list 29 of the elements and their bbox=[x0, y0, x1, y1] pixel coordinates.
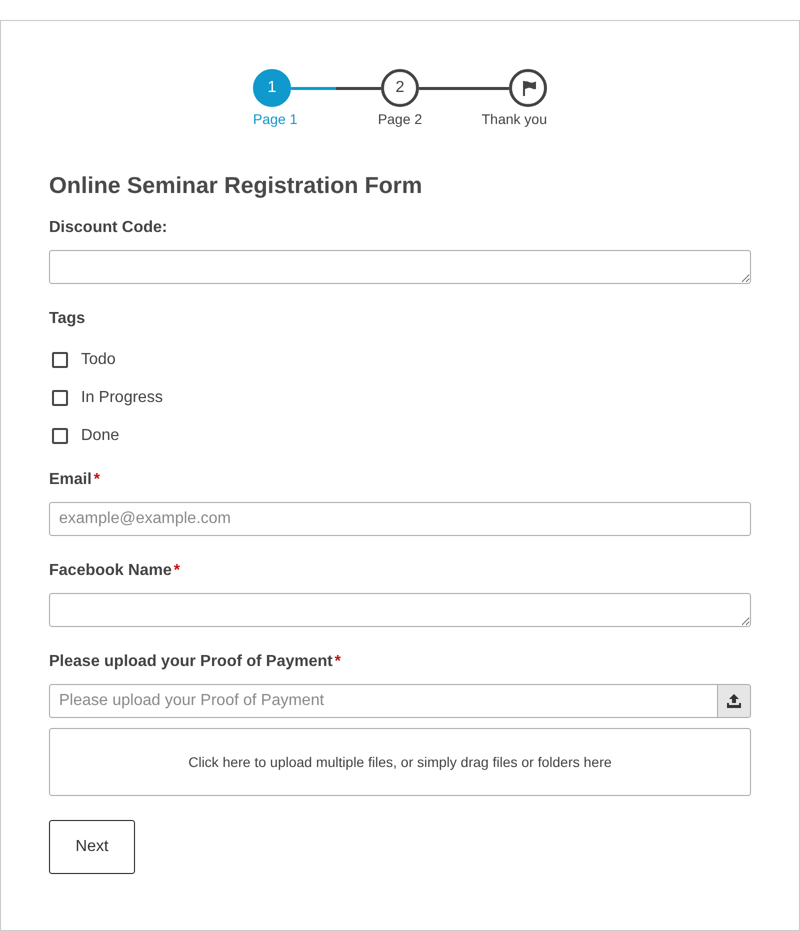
field-label: Please upload your Proof of Payment bbox=[49, 653, 333, 670]
text-area-field[interactable] bbox=[49, 250, 751, 284]
checkbox[interactable] bbox=[52, 352, 68, 368]
checkbox[interactable] bbox=[52, 390, 68, 406]
text-area-field[interactable] bbox=[49, 593, 751, 627]
upload-button[interactable] bbox=[717, 684, 751, 718]
checkbox-label: Done bbox=[81, 427, 120, 445]
checkbox-label: In Progress bbox=[81, 389, 163, 407]
checkbox-label: Todo bbox=[81, 351, 116, 369]
field-label: Email bbox=[49, 471, 92, 488]
required-asterisk: * bbox=[94, 471, 100, 488]
file-drop-zone[interactable]: Click here to upload multiple files, or simply drag files or folders here bbox=[49, 728, 751, 796]
text-input-field[interactable]: example@example.com bbox=[49, 502, 751, 536]
required-asterisk: * bbox=[334, 653, 341, 670]
step-label: Page 2 bbox=[378, 111, 422, 127]
checkbox[interactable] bbox=[52, 428, 68, 444]
flag-icon bbox=[522, 80, 536, 96]
required-asterisk: * bbox=[174, 562, 180, 579]
field-label: Discount Code: bbox=[49, 219, 168, 236]
field-label: Tags bbox=[49, 310, 86, 327]
step-circle: 2 bbox=[381, 69, 419, 107]
field-label: Facebook Name bbox=[49, 562, 172, 579]
next-button[interactable]: Next bbox=[49, 820, 135, 874]
step-circle: 1 bbox=[253, 69, 291, 107]
step-label: Thank you bbox=[482, 111, 547, 127]
file-name-field[interactable]: Please upload your Proof of Payment bbox=[49, 684, 717, 718]
step-label: Page 1 bbox=[253, 111, 298, 127]
upload-icon bbox=[726, 694, 742, 708]
form-title: Online Seminar Registration Form bbox=[49, 171, 424, 200]
